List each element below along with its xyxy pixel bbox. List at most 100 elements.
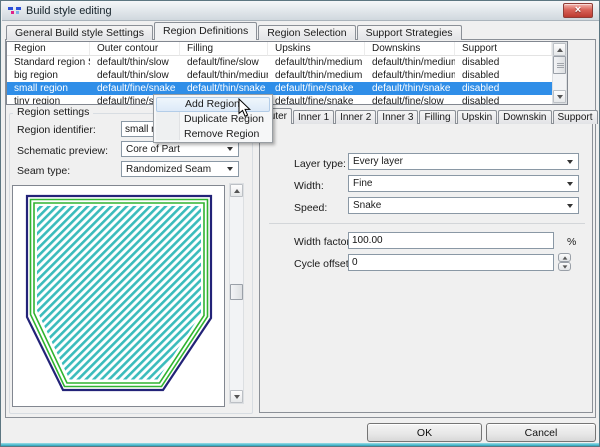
table-cell: default/thin/slow	[90, 69, 180, 82]
region-table: Region Outer contour Filling Upskins Dow…	[6, 41, 568, 105]
cycle-offset-input[interactable]	[348, 254, 554, 271]
stepper-down-button[interactable]	[558, 262, 571, 271]
table-cell: default/thin/medium	[365, 69, 455, 82]
arrow-up-icon	[234, 189, 240, 193]
menu-item-duplicate-region[interactable]: Duplicate Region	[156, 112, 270, 127]
table-cell: default/thin/slow	[90, 56, 180, 69]
table-cell: small region	[7, 82, 90, 95]
scroll-up-button[interactable]	[230, 184, 243, 197]
table-row-small-region-selected[interactable]: small region default/fine/snake default/…	[7, 82, 552, 95]
table-cell: default/thin/medium	[268, 69, 365, 82]
table-cell: disabled	[455, 95, 552, 105]
menu-item-add-region[interactable]: Add Region	[156, 97, 270, 112]
region-settings-group-label: Region settings	[13, 106, 93, 118]
arrow-down-icon	[557, 95, 563, 99]
tab-inner-2[interactable]: Inner 2	[335, 110, 376, 124]
stepper-up-button[interactable]	[558, 253, 571, 262]
tab-filling[interactable]: Filling	[419, 110, 455, 124]
scrollbar-thumb[interactable]	[230, 284, 243, 300]
schematic-preview-label: Schematic preview:	[17, 145, 108, 157]
selected-value: Snake	[353, 200, 381, 211]
table-row-tiny-region[interactable]: tiny region default/fine/snake default/t…	[7, 95, 552, 105]
column-header-support[interactable]: Support	[455, 42, 552, 56]
table-cell: default/fine/snake	[268, 82, 365, 95]
layer-type-label: Layer type:	[294, 158, 346, 170]
titlebar[interactable]: Build style editing ×	[2, 1, 599, 21]
tab-region-definitions[interactable]: Region Definitions	[154, 22, 257, 40]
schematic-preview-select[interactable]: Core of Part	[121, 141, 239, 157]
cancel-button[interactable]: Cancel	[486, 423, 596, 442]
scrollbar-thumb[interactable]	[553, 56, 566, 74]
column-header-upskins[interactable]: Upskins	[268, 42, 365, 56]
dialog-build-style-editing: Build style editing × General Build styl…	[0, 0, 600, 447]
speed-select[interactable]: Snake	[348, 197, 579, 214]
cycle-offset-label: Cycle offset:	[294, 258, 352, 270]
chevron-down-icon	[567, 182, 573, 186]
selected-value: Randomized Seam	[126, 164, 211, 175]
chevron-down-icon	[227, 167, 233, 171]
arrow-up-icon	[557, 48, 563, 52]
arrow-down-icon	[562, 265, 567, 268]
table-scrollbar[interactable]	[552, 42, 567, 104]
schematic-preview-canvas	[12, 185, 225, 407]
style-tabbar: Outer Inner 1 Inner 2 Inner 3 Filling Up…	[257, 108, 599, 124]
selected-value: Core of Part	[126, 144, 180, 155]
table-cell: disabled	[455, 56, 552, 69]
seam-type-label: Seam type:	[17, 165, 70, 177]
table-cell: default/thin/medium	[180, 69, 268, 82]
column-header-region[interactable]: Region	[7, 42, 90, 56]
table-cell: default/thin/medium	[268, 56, 365, 69]
mouse-cursor-icon	[238, 98, 251, 121]
width-factor-label: Width factor:	[294, 236, 353, 248]
table-row-big-region[interactable]: big region default/thin/slow default/thi…	[7, 69, 552, 82]
width-factor-unit: %	[567, 236, 576, 248]
table-row-standard-region-size[interactable]: Standard region Size default/thin/slow d…	[7, 56, 552, 69]
tab-region-selection[interactable]: Region Selection	[258, 25, 355, 40]
tab-general-build-style-settings[interactable]: General Build style Settings	[6, 25, 153, 40]
separator	[269, 223, 585, 224]
column-header-downskins[interactable]: Downskins	[365, 42, 455, 56]
tab-inner-3[interactable]: Inner 3	[377, 110, 418, 124]
close-icon: ×	[575, 5, 581, 16]
tab-upskin[interactable]: Upskin	[457, 110, 498, 124]
filling-hatch	[37, 206, 201, 380]
scroll-down-button[interactable]	[230, 390, 243, 403]
chevron-down-icon	[227, 147, 233, 151]
selected-value: Fine	[353, 178, 372, 189]
arrow-down-icon	[234, 395, 240, 399]
arrow-up-icon	[562, 256, 567, 259]
region-table-header: Region Outer contour Filling Upskins Dow…	[7, 42, 552, 56]
chevron-down-icon	[567, 160, 573, 164]
tab-downskin[interactable]: Downskin	[498, 110, 551, 124]
menu-item-remove-region[interactable]: Remove Region	[156, 127, 270, 142]
cycle-offset-stepper	[558, 253, 571, 271]
tab-inner-1[interactable]: Inner 1	[293, 110, 334, 124]
close-button[interactable]: ×	[563, 3, 593, 18]
scroll-up-button[interactable]	[553, 43, 566, 56]
table-cell: disabled	[455, 82, 552, 95]
region-context-menu: Add Region Duplicate Region Remove Regio…	[153, 94, 273, 143]
table-cell: default/fine/snake	[268, 95, 365, 105]
tab-support-strategies[interactable]: Support Strategies	[357, 25, 462, 40]
table-cell: big region	[7, 69, 90, 82]
chevron-down-icon	[567, 204, 573, 208]
table-cell: Standard region Size	[7, 56, 90, 69]
table-cell: default/fine/slow	[180, 56, 268, 69]
column-header-outer-contour[interactable]: Outer contour	[90, 42, 180, 56]
region-cross-section-drawing	[13, 186, 224, 406]
table-cell: default/fine/slow	[365, 95, 455, 105]
preview-scrollbar[interactable]	[229, 183, 244, 404]
table-cell: tiny region	[7, 95, 90, 105]
thumb-grip-icon	[557, 63, 564, 64]
column-header-filling[interactable]: Filling	[180, 42, 268, 56]
width-factor-input[interactable]	[348, 232, 554, 249]
scroll-down-button[interactable]	[553, 90, 566, 103]
width-select[interactable]: Fine	[348, 175, 579, 192]
tab-support[interactable]: Support	[553, 110, 598, 124]
ok-button[interactable]: OK	[367, 423, 482, 442]
table-cell: default/thin/medium	[365, 56, 455, 69]
width-label: Width:	[294, 180, 324, 192]
region-identifier-label: Region identifier:	[17, 124, 96, 136]
layer-type-select[interactable]: Every layer	[348, 153, 579, 170]
seam-type-select[interactable]: Randomized Seam	[121, 161, 239, 177]
